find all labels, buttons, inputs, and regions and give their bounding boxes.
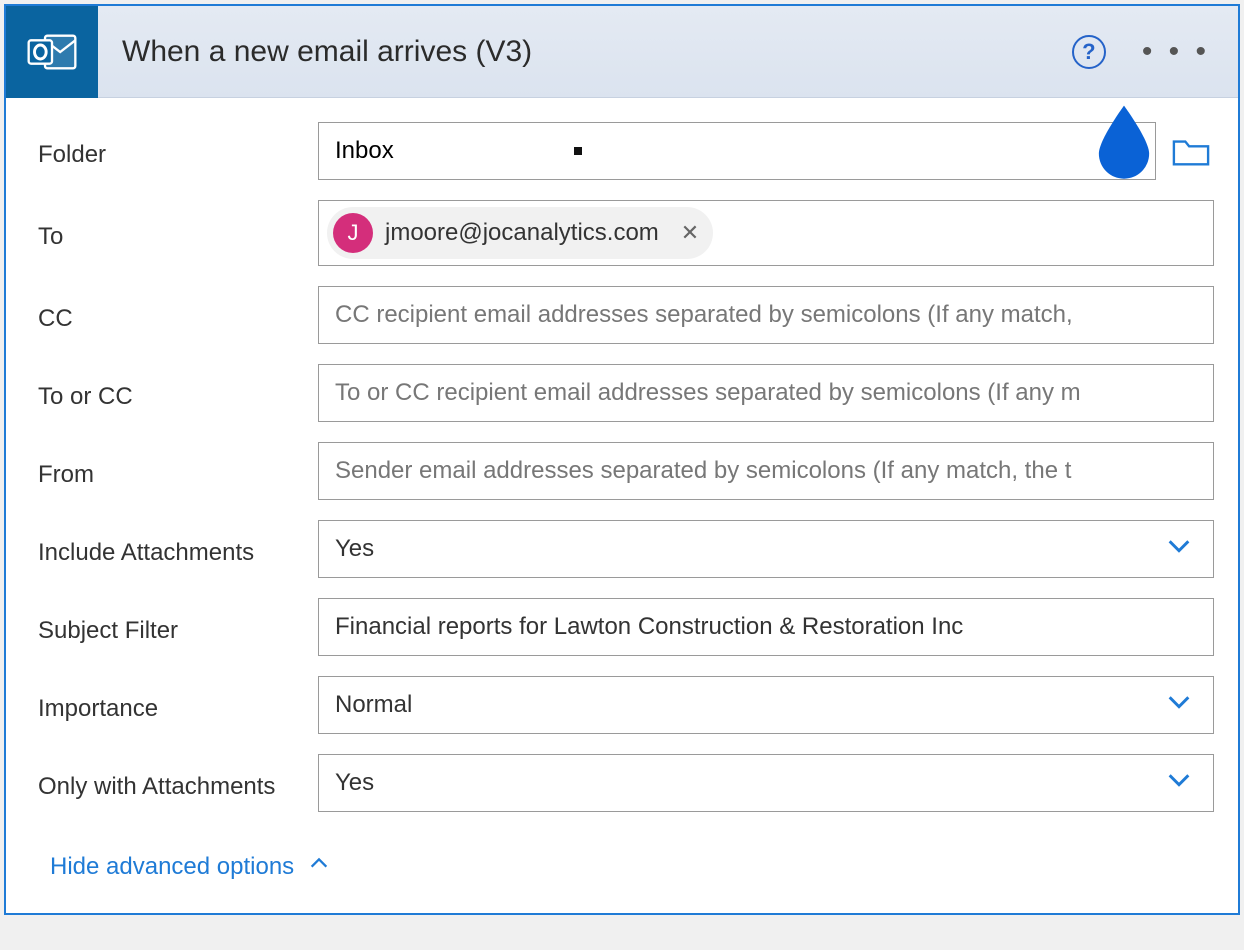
chevron-down-icon <box>1165 688 1193 723</box>
subject-filter-input[interactable] <box>318 598 1214 656</box>
label-cc: CC <box>38 297 318 333</box>
importance-value: Normal <box>335 691 412 719</box>
more-menu-icon[interactable]: • • • <box>1142 35 1210 69</box>
avatar: J <box>333 213 373 253</box>
toggle-advanced-label: Hide advanced options <box>50 853 294 881</box>
label-to: To <box>38 215 318 251</box>
help-icon[interactable]: ? <box>1072 35 1106 69</box>
trigger-card: When a new email arrives (V3) ? • • • Fo… <box>4 4 1240 915</box>
row-from: From <box>38 442 1214 500</box>
include-attachments-select[interactable]: Yes <box>318 520 1214 578</box>
folder-value: Inbox <box>335 137 394 165</box>
to-input[interactable]: J jmoore@jocanalytics.com ✕ <box>318 200 1214 266</box>
recipient-pill: J jmoore@jocanalytics.com ✕ <box>327 207 713 259</box>
outlook-icon <box>6 6 98 98</box>
row-cc: CC <box>38 286 1214 344</box>
cc-input[interactable] <box>318 286 1214 344</box>
cursor-caret <box>574 147 582 155</box>
label-folder: Folder <box>38 133 318 169</box>
importance-select[interactable]: Normal <box>318 676 1214 734</box>
folder-input[interactable]: Inbox <box>318 122 1156 180</box>
recipient-email: jmoore@jocanalytics.com <box>385 219 659 247</box>
only-attachments-select[interactable]: Yes <box>318 754 1214 812</box>
card-title: When a new email arrives (V3) <box>98 35 1072 69</box>
row-to-or-cc: To or CC <box>38 364 1214 422</box>
row-folder: Folder Inbox <box>38 122 1214 180</box>
folder-picker-icon[interactable] <box>1168 131 1214 171</box>
row-importance: Importance Normal <box>38 676 1214 734</box>
to-or-cc-input[interactable] <box>318 364 1214 422</box>
chevron-down-icon <box>1165 532 1193 567</box>
include-attachments-value: Yes <box>335 535 374 563</box>
row-subject-filter: Subject Filter <box>38 598 1214 656</box>
remove-recipient-icon[interactable]: ✕ <box>681 220 699 246</box>
chevron-down-icon <box>1165 766 1193 801</box>
from-input[interactable] <box>318 442 1214 500</box>
row-only-attachments: Only with Attachments Yes <box>38 754 1214 812</box>
row-include-attachments: Include Attachments Yes <box>38 520 1214 578</box>
toggle-advanced-link[interactable]: Hide advanced options <box>38 832 342 905</box>
only-attachments-value: Yes <box>335 769 374 797</box>
label-include-attachments: Include Attachments <box>38 531 318 567</box>
label-only-attachments: Only with Attachments <box>38 765 318 801</box>
label-importance: Importance <box>38 687 318 723</box>
label-subject-filter: Subject Filter <box>38 609 318 645</box>
dynamic-content-drop-icon <box>1089 101 1159 181</box>
row-to: To J jmoore@jocanalytics.com ✕ <box>38 200 1214 266</box>
label-to-or-cc: To or CC <box>38 375 318 411</box>
card-body: Folder Inbox <box>6 98 1238 913</box>
chevron-up-icon <box>308 852 330 881</box>
label-from: From <box>38 453 318 489</box>
card-header: When a new email arrives (V3) ? • • • <box>6 6 1238 98</box>
